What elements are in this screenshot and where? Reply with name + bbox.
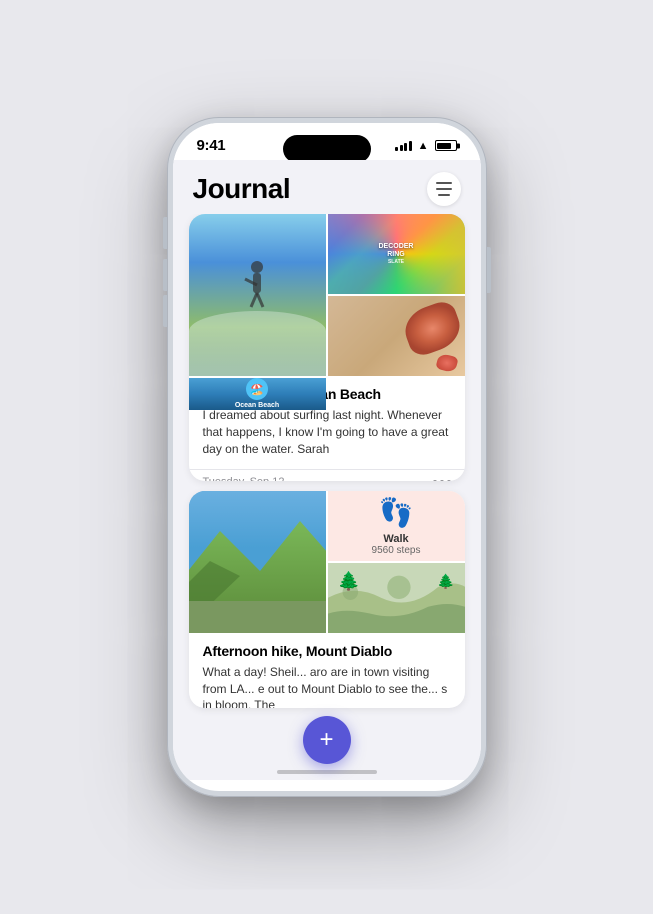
app-content: Journal — [173, 160, 481, 780]
journal-card-1[interactable]: DECODERRING SLATE — [189, 214, 465, 481]
signal-icon — [395, 141, 412, 151]
decoder-ring-image: DECODERRING SLATE — [328, 214, 465, 294]
app-header: Journal — [173, 160, 481, 214]
map-image: 🌲 🌲 Mt. Diablo State Park — [328, 563, 465, 633]
card2-text: Afternoon hike, Mount Diablo What a day!… — [189, 633, 465, 708]
status-icons: ▲ — [395, 140, 456, 152]
footprint-icon: 👣 — [379, 496, 414, 529]
card1-image-grid: DECODERRING SLATE — [189, 214, 465, 376]
menu-line-2 — [436, 188, 452, 190]
ocean-beach-image: 🏖️ Ocean Beach — [189, 378, 326, 410]
menu-button[interactable] — [427, 172, 461, 206]
surfer-silhouette — [227, 247, 287, 327]
card1-footer: Tuesday, Sep 12 — [189, 469, 465, 480]
ocean-beach-badge: 🏖️ Ocean Beach — [235, 378, 279, 410]
wifi-icon: ▲ — [418, 140, 429, 152]
battery-icon — [435, 140, 457, 151]
walk-steps: 9560 steps — [372, 545, 421, 556]
seashell-image — [328, 296, 465, 376]
status-bar: 9:41 ▲ — [173, 123, 481, 160]
card1-date: Tuesday, Sep 12 — [203, 476, 285, 480]
walk-image: 👣 Walk 9560 steps — [328, 491, 465, 561]
menu-line-3 — [438, 194, 450, 196]
menu-line-1 — [436, 182, 452, 184]
page-title: Journal — [193, 173, 291, 205]
status-time: 9:41 — [197, 137, 226, 154]
add-entry-button[interactable]: + — [303, 716, 351, 764]
map-tree-icon: 🌲 — [338, 571, 360, 592]
phone-frame: 9:41 ▲ Journal — [167, 117, 487, 797]
walk-label: Walk — [372, 533, 421, 545]
card1-body: I dreamed about surfing last night. When… — [203, 407, 451, 457]
beach-image — [189, 214, 326, 376]
card2-image-grid: 👣 Walk 9560 steps — [189, 491, 465, 633]
card2-title: Afternoon hike, Mount Diablo — [203, 643, 451, 659]
dynamic-island — [283, 135, 371, 163]
mountain-image — [189, 491, 326, 633]
home-indicator — [277, 770, 377, 774]
add-icon: + — [319, 728, 333, 752]
decoder-ring-subtitle: SLATE — [378, 259, 413, 265]
decoder-ring-title: DECODERRING — [378, 243, 413, 260]
mountain-svg — [189, 491, 326, 633]
card2-body: What a day! Sheil... aro are in town vis… — [203, 664, 451, 708]
journal-card-2[interactable]: 👣 Walk 9560 steps — [189, 491, 465, 708]
phone-screen: 9:41 ▲ Journal — [173, 123, 481, 791]
cards-container: DECODERRING SLATE — [173, 214, 481, 774]
map-tree-icon-2: 🌲 — [437, 573, 454, 590]
ocean-icon: 🏖️ — [246, 378, 268, 400]
ocean-beach-label: Ocean Beach — [235, 402, 279, 410]
